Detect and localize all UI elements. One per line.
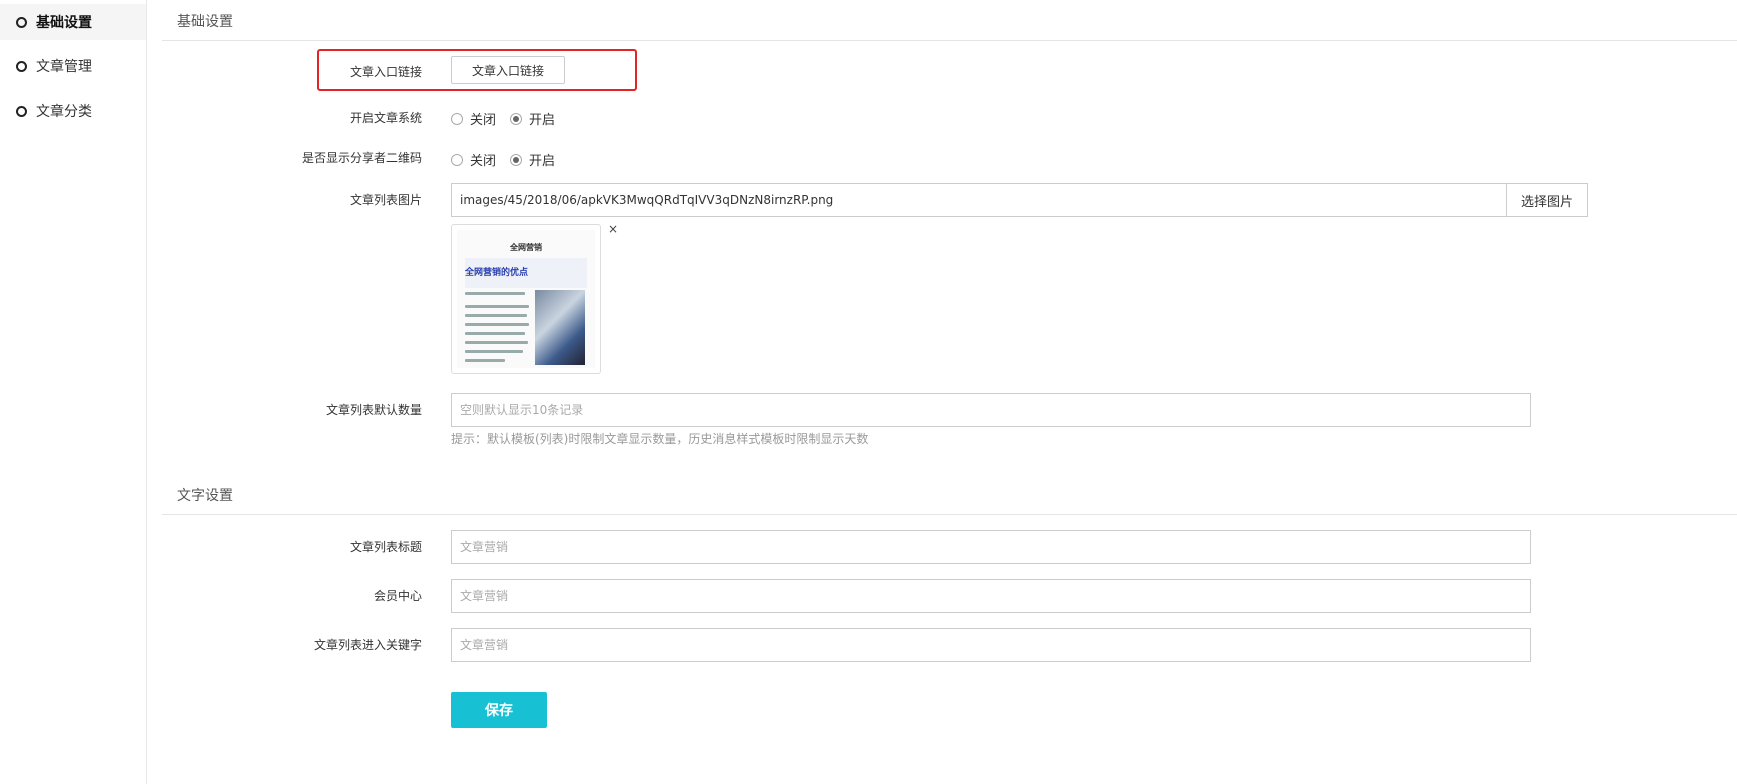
entry-link-button[interactable]: 文章入口链接 [451, 56, 565, 84]
sidebar-item-basic-settings[interactable]: 基础设置 [0, 4, 146, 40]
circle-icon [16, 16, 27, 28]
thumbnail-text-line [465, 359, 505, 362]
main-content: 基础设置 文章入口链接 文章入口链接 开启文章系统 关闭 开启 是否显示分享者二… [162, 0, 1737, 784]
radio-label: 开启 [529, 113, 556, 128]
thumbnail-text-line [465, 305, 529, 308]
radio-on[interactable] [510, 153, 523, 166]
thumbnail-text-line [465, 323, 529, 326]
member-center-label: 会员中心 [373, 589, 422, 603]
circle-icon [16, 60, 27, 72]
radio-label: 开启 [529, 154, 556, 169]
save-button[interactable]: 保存 [451, 692, 547, 728]
circle-icon [16, 105, 27, 117]
radio-label: 关闭 [470, 113, 497, 128]
thumbnail-title: 全网营销 [510, 243, 542, 252]
divider [162, 40, 1737, 41]
sidebar: 基础设置 文章管理 文章分类 [0, 0, 147, 784]
thumbnail-text-line [465, 292, 525, 295]
radio-label: 关闭 [470, 154, 497, 169]
sidebar-item-label: 基础设置 [36, 15, 92, 31]
radio-off[interactable] [451, 112, 463, 125]
article-system-label: 开启文章系统 [349, 111, 422, 125]
list-image-label: 文章列表图片 [349, 193, 422, 207]
default-count-label: 文章列表默认数量 [325, 403, 422, 417]
divider [162, 514, 1737, 515]
image-thumbnail: 全网营销 全网营销的优点 [451, 224, 601, 374]
select-image-button[interactable]: 选择图片 [1506, 183, 1588, 217]
member-center-input[interactable] [451, 579, 1531, 613]
thumbnail-text-line [465, 341, 528, 344]
sidebar-item-article-management[interactable]: 文章管理 [0, 48, 146, 84]
close-icon[interactable]: × [608, 222, 618, 236]
section-title-basic: 基础设置 [177, 14, 233, 30]
list-image-input[interactable] [451, 183, 1507, 217]
thumbnail-text-line [465, 314, 527, 317]
thumbnail-heading: 全网营销的优点 [465, 268, 529, 278]
radio-on[interactable] [510, 112, 523, 125]
hint-text: 提示：默认模板(列表)时限制文章显示数量，历史消息样式模板时限制显示天数 [451, 432, 869, 446]
sidebar-item-label: 文章管理 [36, 59, 92, 75]
thumbnail-text-line [465, 350, 523, 353]
section-title-text: 文字设置 [177, 488, 233, 504]
sidebar-item-label: 文章分类 [36, 104, 92, 120]
article-system-radio-group: 关闭 开启 [451, 109, 569, 128]
default-count-input[interactable] [451, 393, 1531, 427]
entry-link-label: 文章入口链接 [349, 65, 422, 79]
show-qrcode-radio-group: 关闭 开启 [451, 150, 569, 169]
thumbnail-text-line [465, 332, 525, 335]
thumbnail-photo [535, 290, 585, 365]
keyword-label: 文章列表进入关键字 [313, 638, 422, 652]
keyword-input[interactable] [451, 628, 1531, 662]
show-qrcode-label: 是否显示分享者二维码 [301, 151, 422, 165]
list-title-input[interactable] [451, 530, 1531, 564]
radio-off[interactable] [451, 153, 463, 166]
sidebar-item-article-category[interactable]: 文章分类 [0, 93, 146, 129]
thumbnail-preview: 全网营销 全网营销的优点 [457, 230, 595, 368]
list-title-label: 文章列表标题 [349, 540, 422, 554]
